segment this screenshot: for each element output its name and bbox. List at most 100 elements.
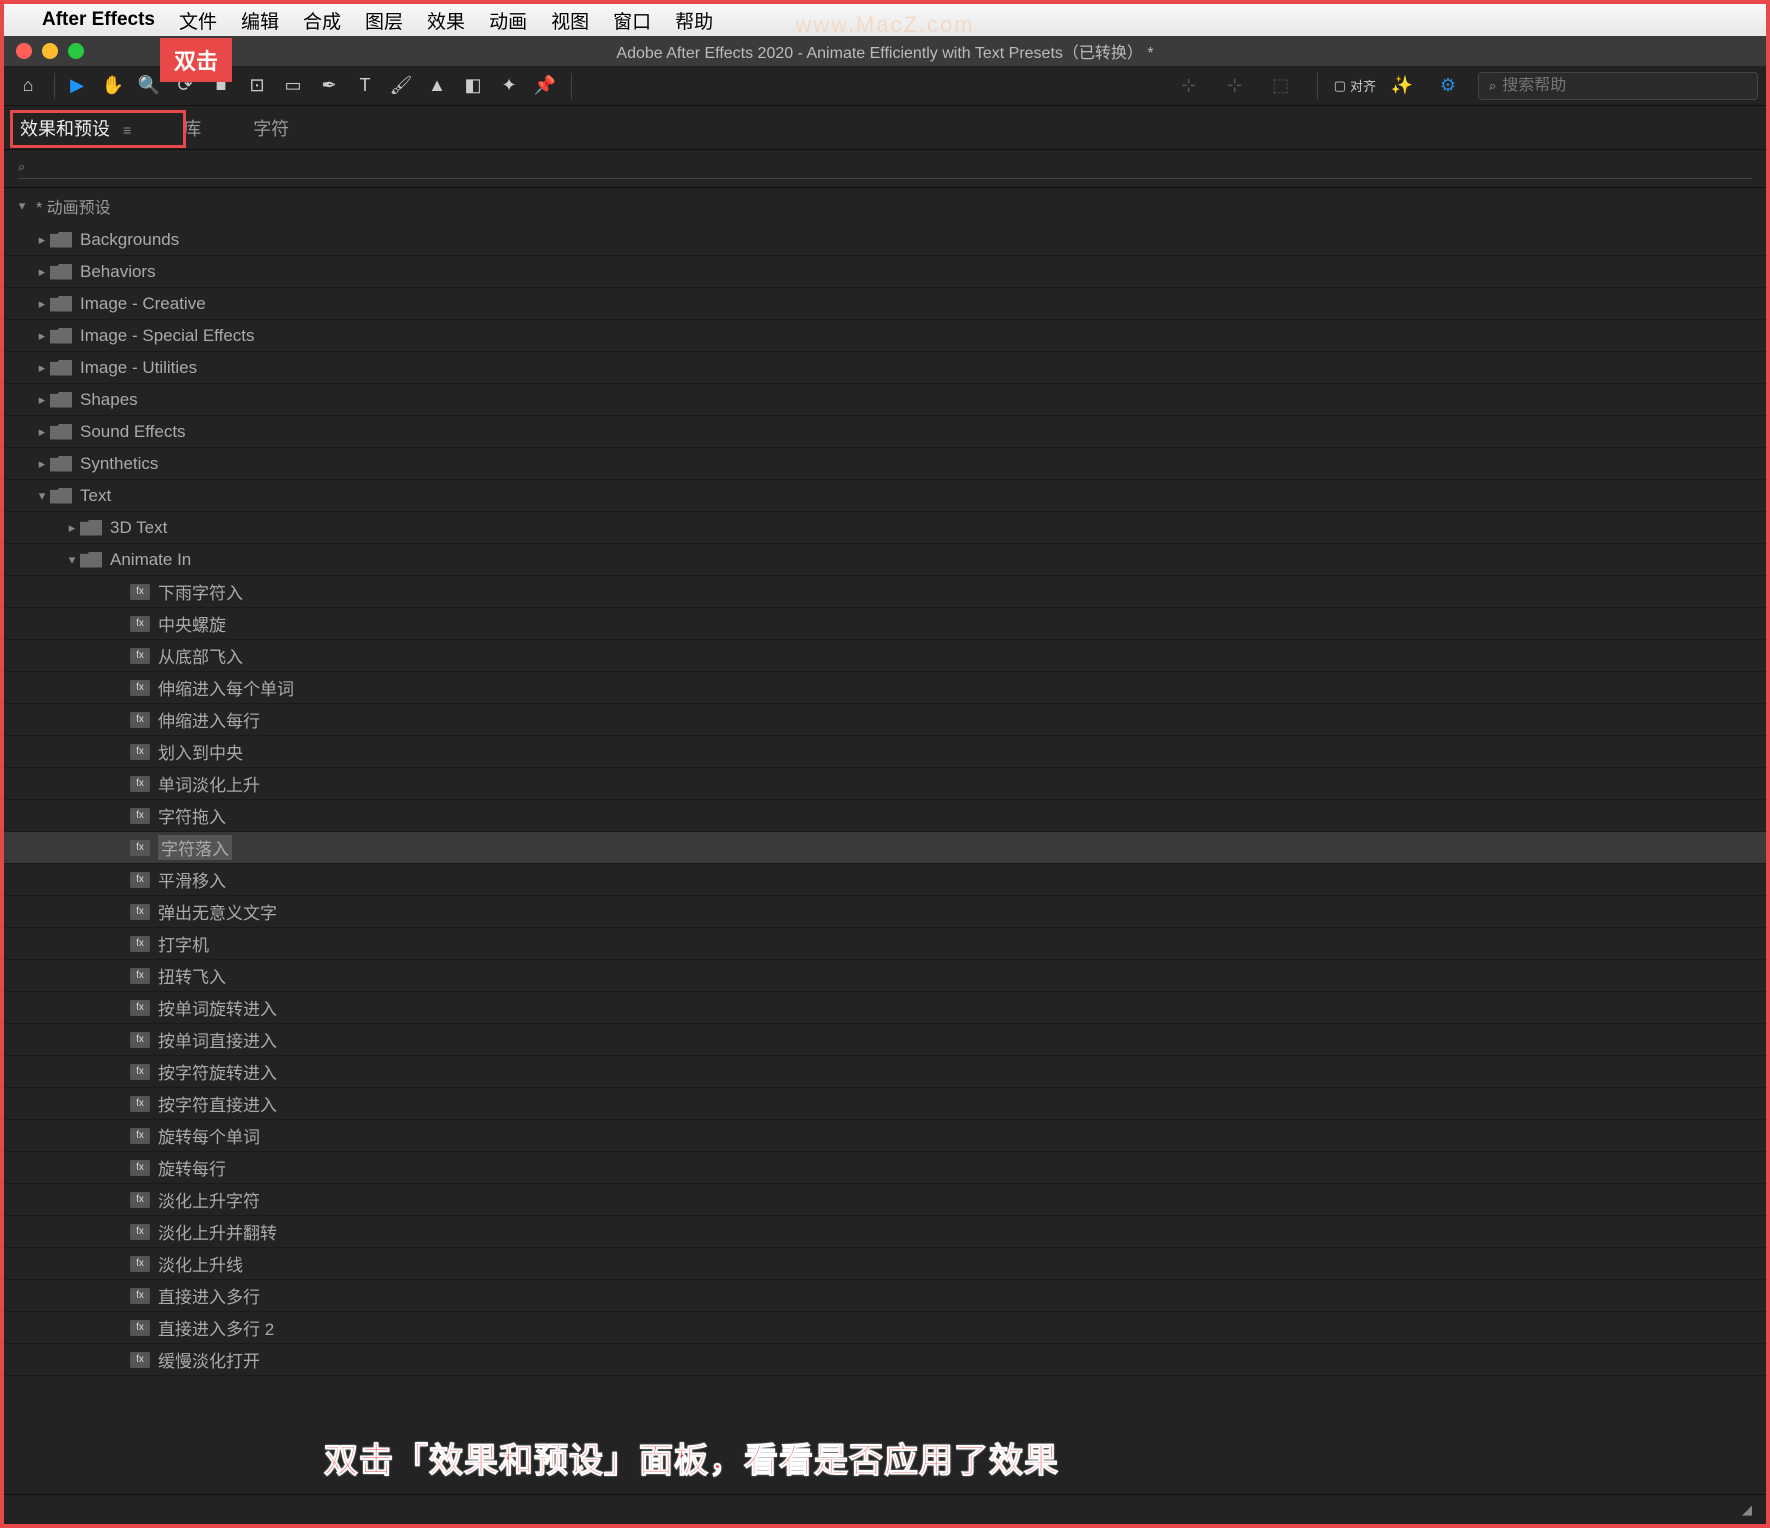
chevron-down-icon[interactable]: ▾ (64, 552, 80, 568)
menu-composition[interactable]: 合成 (303, 7, 341, 34)
preset-row[interactable]: 字符落入 (4, 832, 1766, 864)
preset-row[interactable]: 从底部飞入 (4, 640, 1766, 672)
item-label: 淡化上升线 (158, 1251, 243, 1276)
roto-brush-tool-icon[interactable]: ✦ (493, 70, 525, 102)
panel-tab-bar: 效果和预设 ≡ 库 字符 (4, 106, 1766, 150)
tree-root-header[interactable]: ▾ * 动画预设 (4, 188, 1766, 224)
menu-view[interactable]: 视图 (551, 7, 589, 34)
puppet-pin-tool-icon[interactable]: 📌 (529, 70, 561, 102)
folder-row[interactable]: ▸Image - Special Effects (4, 320, 1766, 352)
gear-icon[interactable]: ⚙ (1432, 70, 1464, 102)
chevron-down-icon[interactable]: ▾ (14, 198, 30, 214)
tab-character[interactable]: 字符 (249, 109, 293, 147)
chevron-right-icon[interactable]: ▸ (34, 424, 50, 440)
item-label: 伸缩进入每行 (158, 707, 260, 732)
pen-tool-icon[interactable]: ✒ (313, 70, 345, 102)
item-label: Sound Effects (80, 422, 186, 442)
preset-row[interactable]: 伸缩进入每行 (4, 704, 1766, 736)
menu-layer[interactable]: 图层 (365, 7, 403, 34)
preset-row[interactable]: 直接进入多行 (4, 1280, 1766, 1312)
preset-row[interactable]: 淡化上升字符 (4, 1184, 1766, 1216)
menu-window[interactable]: 窗口 (613, 7, 651, 34)
folder-row[interactable]: ▸Synthetics (4, 448, 1766, 480)
preset-row[interactable]: 按字符直接进入 (4, 1088, 1766, 1120)
folder-row[interactable]: ▾Animate In (4, 544, 1766, 576)
axis-icon[interactable]: ⊹ (1173, 70, 1205, 102)
axis-icon-3[interactable]: ⬚ (1265, 70, 1297, 102)
app-name[interactable]: After Effects (42, 9, 155, 31)
preset-row[interactable]: 字符拖入 (4, 800, 1766, 832)
menu-edit[interactable]: 编辑 (241, 7, 279, 34)
preset-row[interactable]: 按单词旋转进入 (4, 992, 1766, 1024)
chevron-right-icon[interactable]: ▸ (34, 232, 50, 248)
chevron-right-icon[interactable]: ▸ (34, 456, 50, 472)
folder-row[interactable]: ▸ Sound Effects (4, 416, 1766, 448)
preset-row[interactable]: 直接进入多行 2 (4, 1312, 1766, 1344)
presets-tree[interactable]: ▾ * 动画预设 ▸Backgrounds▸Behaviors▸Image - … (4, 188, 1766, 1494)
preset-row[interactable]: 下雨字符入 (4, 576, 1766, 608)
preset-row[interactable]: 按字符旋转进入 (4, 1056, 1766, 1088)
preset-row[interactable]: 划入到中央 (4, 736, 1766, 768)
tab-effects-presets[interactable]: 效果和预设 ≡ (16, 109, 135, 147)
item-label: Shapes (80, 390, 138, 410)
preset-row[interactable]: 中央螺旋 (4, 608, 1766, 640)
folder-row[interactable]: ▸3D Text (4, 512, 1766, 544)
preset-row[interactable]: 缓慢淡化打开 (4, 1344, 1766, 1376)
preset-row[interactable]: 弹出无意义文字 (4, 896, 1766, 928)
macos-menubar: After Effects 文件 编辑 合成 图层 效果 动画 视图 窗口 帮助 (4, 4, 1766, 36)
axis-icon-2[interactable]: ⊹ (1219, 70, 1251, 102)
panel-menu-icon[interactable]: ≡ (123, 122, 131, 138)
folder-row[interactable]: ▸ Shapes (4, 384, 1766, 416)
preset-fx-icon (130, 744, 150, 760)
brush-tool-icon[interactable]: 🖌 (385, 70, 417, 102)
help-search[interactable]: ⌕ (1478, 72, 1758, 100)
preset-row[interactable]: 伸缩进入每个单词 (4, 672, 1766, 704)
chevron-right-icon[interactable]: ▸ (34, 360, 50, 376)
folder-row[interactable]: ▸Behaviors (4, 256, 1766, 288)
chevron-right-icon[interactable]: ▸ (34, 392, 50, 408)
maximize-window-button[interactable] (68, 43, 84, 59)
resize-handle-icon[interactable]: ◢ (1742, 1502, 1752, 1518)
rectangle-tool-icon[interactable]: ▭ (277, 70, 309, 102)
item-label: 按字符直接进入 (158, 1091, 277, 1116)
folder-row[interactable]: ▾Text (4, 480, 1766, 512)
menu-help[interactable]: 帮助 (675, 7, 713, 34)
preset-row[interactable]: 淡化上升线 (4, 1248, 1766, 1280)
chevron-right-icon[interactable]: ▸ (34, 264, 50, 280)
chevron-right-icon[interactable]: ▸ (64, 520, 80, 536)
folder-row[interactable]: ▸Image - Utilities (4, 352, 1766, 384)
preset-row[interactable]: 扭转飞入 (4, 960, 1766, 992)
tab-library[interactable]: 库 (179, 109, 205, 147)
folder-icon (50, 456, 72, 472)
menu-file[interactable]: 文件 (179, 7, 217, 34)
preset-row[interactable]: 按单词直接进入 (4, 1024, 1766, 1056)
preset-row[interactable]: 打字机 (4, 928, 1766, 960)
minimize-window-button[interactable] (42, 43, 58, 59)
item-label: 从底部飞入 (158, 643, 243, 668)
eraser-tool-icon[interactable]: ◧ (457, 70, 489, 102)
filter-input[interactable]: ⌕ (18, 159, 1752, 179)
wand-icon[interactable]: ✨ (1386, 70, 1418, 102)
close-window-button[interactable] (16, 43, 32, 59)
help-search-input[interactable] (1502, 77, 1747, 95)
chevron-right-icon[interactable]: ▸ (34, 296, 50, 312)
preset-row[interactable]: 旋转每行 (4, 1152, 1766, 1184)
text-tool-icon[interactable]: T (349, 70, 381, 102)
menu-effect[interactable]: 效果 (427, 7, 465, 34)
menu-animation[interactable]: 动画 (489, 7, 527, 34)
clone-stamp-tool-icon[interactable]: ▲ (421, 70, 453, 102)
selection-tool-icon[interactable]: ▶ (61, 70, 93, 102)
preset-row[interactable]: 平滑移入 (4, 864, 1766, 896)
snap-toggle[interactable]: ▢ 对齐 (1334, 76, 1376, 95)
chevron-right-icon[interactable]: ▸ (34, 328, 50, 344)
preset-row[interactable]: 淡化上升并翻转 (4, 1216, 1766, 1248)
preset-row[interactable]: 旋转每个单词 (4, 1120, 1766, 1152)
chevron-down-icon[interactable]: ▾ (34, 488, 50, 504)
preset-fx-icon (130, 1352, 150, 1368)
home-icon[interactable]: ⌂ (12, 70, 44, 102)
folder-row[interactable]: ▸Backgrounds (4, 224, 1766, 256)
folder-row[interactable]: ▸Image - Creative (4, 288, 1766, 320)
hand-tool-icon[interactable]: ✋ (97, 70, 129, 102)
pan-behind-tool-icon[interactable]: ⊡ (241, 70, 273, 102)
preset-row[interactable]: 单词淡化上升 (4, 768, 1766, 800)
